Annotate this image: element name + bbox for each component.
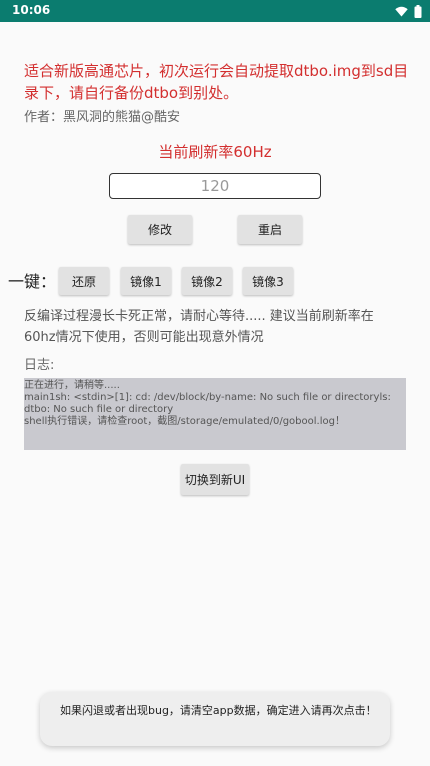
status-icons xyxy=(395,5,422,18)
wifi-icon xyxy=(395,6,408,17)
log-line: 正在进行，请稍等..... xyxy=(24,380,120,391)
reboot-button[interactable]: 重启 xyxy=(238,215,302,244)
warning-text: 适合新版高通芯片，初次运行会自动提取dtbo.img到sd目录下，请自行备份dt… xyxy=(24,62,409,102)
toast-text: 如果闪退或者出现bug，请清空app数据，确定进入请再次点击！ xyxy=(60,704,377,717)
status-bar: 10:06 xyxy=(0,0,430,22)
mirror3-button[interactable]: 镜像3 xyxy=(243,267,293,295)
restore-button[interactable]: 还原 xyxy=(59,267,109,295)
toast: 如果闪退或者出现bug，请清空app数据，确定进入请再次点击！ xyxy=(40,692,390,746)
status-time: 10:06 xyxy=(12,3,51,17)
log-box: 正在进行，请稍等..... main1sh: <stdin>[1]: cd: /… xyxy=(24,378,406,450)
mirror2-button[interactable]: 镜像2 xyxy=(182,267,232,295)
author-text: 作者：黑风洞的熊猫@酷安 xyxy=(24,110,181,125)
mirror1-button[interactable]: 镜像1 xyxy=(121,267,171,295)
modify-button[interactable]: 修改 xyxy=(128,215,192,244)
battery-icon xyxy=(414,5,422,18)
log-label: 日志: xyxy=(24,358,55,373)
switch-ui-button[interactable]: 切换到新UI xyxy=(181,464,249,495)
usage-note: 反编译过程漫长卡死正常，请耐心等待..... 建议当前刷新率在60hz情况下使用… xyxy=(24,309,374,345)
log-line: shell执行错误，请检查root，截图/storage/emulated/0/… xyxy=(24,416,345,427)
one-key-label: 一键： xyxy=(8,272,57,291)
log-line: main1sh: <stdin>[1]: cd: /dev/block/by-n… xyxy=(24,392,391,415)
refresh-rate-input[interactable] xyxy=(109,173,321,199)
current-refresh-rate: 当前刷新率60Hz xyxy=(158,143,272,161)
